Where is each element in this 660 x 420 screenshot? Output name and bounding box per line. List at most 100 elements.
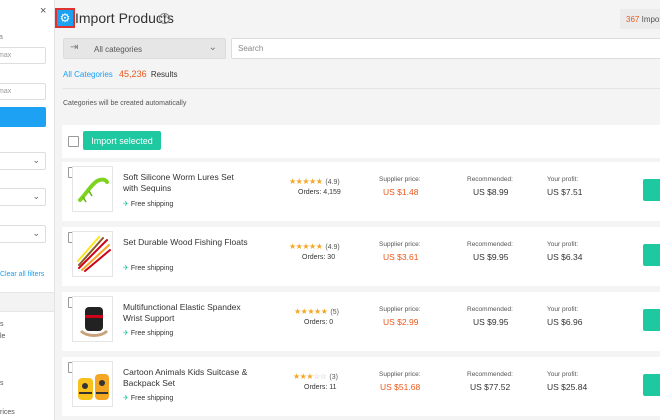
free-shipping: ✈ Free shipping [123, 264, 173, 272]
product-row: Cartoon Animals Kids Suitcase & Backpack… [62, 357, 660, 416]
free-shipping-label: Free shipping [130, 201, 174, 208]
category-select-value: All categories [94, 45, 143, 54]
folder-icon: ⇥ [70, 42, 79, 53]
import-list-badge[interactable]: 367 Import [620, 9, 660, 29]
plane-icon: ✈ [123, 265, 129, 272]
import-product-button[interactable] [643, 309, 660, 331]
import-product-button[interactable] [643, 374, 660, 396]
supplier-price-label: Supplier price: [379, 176, 421, 183]
bulk-toolbar: Import selected [62, 125, 660, 158]
supplier-price: US $1.48 [383, 187, 419, 197]
free-shipping: ✈ Free shipping [123, 200, 173, 208]
sidebar-select-2[interactable]: ⌄ [0, 188, 46, 206]
free-shipping-label: Free shipping [130, 265, 174, 272]
breadcrumb: All Categories 45,236 Results [63, 69, 178, 79]
plane-icon: ✈ [123, 201, 129, 208]
rating-stars: ★★★☆☆ (3) [293, 372, 338, 381]
sidebar-sort-item[interactable]: rices [0, 409, 15, 416]
product-row: Set Durable Wood Fishing Floats ✈ Free sh… [62, 227, 660, 286]
sidebar-select-3[interactable]: ⌄ [0, 225, 46, 243]
chevron-down-icon: ⌄ [32, 228, 40, 238]
supplier-price: US $51.68 [380, 382, 421, 392]
orders-max-input[interactable]: max [0, 83, 46, 100]
recommended-price-label: Recommended: [467, 371, 513, 378]
orders-count: Orders: 4,159 [298, 189, 341, 196]
gear-icon[interactable]: ⚙ [55, 8, 75, 28]
recommended-price-label: Recommended: [467, 306, 513, 313]
free-shipping: ✈ Free shipping [123, 394, 173, 402]
import-product-button[interactable] [643, 179, 660, 201]
orders-value: 30 [327, 254, 336, 261]
orders-value: 0 [329, 319, 334, 326]
product-image[interactable] [72, 361, 113, 407]
free-shipping: ✈ Free shipping [123, 329, 173, 337]
product-image[interactable] [72, 166, 113, 212]
product-row: Soft Silicone Worm Lures Set with Sequin… [62, 162, 660, 221]
orders-label: Orders: [302, 254, 326, 261]
supplier-price-label: Supplier price: [379, 371, 421, 378]
product-name[interactable]: Cartoon Animals Kids Suitcase & Backpack… [123, 367, 248, 389]
rating-stars: ★★★★★ (5) [294, 307, 339, 316]
product-name[interactable]: Multifunctional Elastic Spandex Wrist Su… [123, 302, 248, 324]
results-count: 45,236 [119, 69, 147, 79]
recommended-price: US $77.52 [470, 382, 511, 392]
profit-label: Your profit: [547, 306, 579, 313]
free-shipping-label: Free shipping [130, 330, 174, 337]
orders-label: Orders: [298, 189, 322, 196]
profit-label: Your profit: [547, 371, 579, 378]
product-image[interactable] [72, 296, 113, 342]
chevron-down-icon: ⌄ [208, 42, 217, 53]
plane-icon: ✈ [123, 395, 129, 402]
import-selected-button[interactable]: Import selected [83, 131, 161, 150]
recommended-price-label: Recommended: [467, 176, 513, 183]
clear-filters-link[interactable]: Clear all filters [0, 271, 44, 278]
rating-value: (4.9) [325, 244, 340, 251]
price-label: a [0, 34, 3, 41]
rating-stars: ★★★★★ (4.9) [289, 242, 340, 251]
rating-value: (3) [329, 374, 338, 381]
product-row: Multifunctional Elastic Spandex Wrist Su… [62, 292, 660, 351]
filter-sidebar: × a max max ⌄ ⌄ ⌄ Clear all filters s le… [0, 0, 55, 420]
product-image[interactable] [72, 231, 113, 277]
orders-label: Orders: [304, 384, 328, 391]
sidebar-sort-item[interactable]: s [0, 321, 4, 328]
orders-count: Orders: 30 [302, 254, 335, 261]
category-select[interactable]: ⇥ All categories ⌄ [63, 38, 226, 59]
sidebar-select-1[interactable]: ⌄ [0, 152, 46, 170]
rating-value: (4.9) [325, 179, 340, 186]
breadcrumb-all-categories[interactable]: All Categories [63, 70, 113, 79]
profit-value: US $6.34 [547, 252, 583, 262]
sidebar-sort-item[interactable]: le [0, 333, 5, 340]
rating-value: (5) [330, 309, 339, 316]
help-icon[interactable]: ? [159, 13, 170, 24]
sidebar-section-header [0, 292, 54, 312]
profit-value: US $25.84 [547, 382, 588, 392]
recommended-price: US $9.95 [473, 252, 509, 262]
orders-label: Orders: [304, 319, 328, 326]
search-input[interactable] [231, 38, 660, 59]
import-count: 367 [626, 15, 640, 24]
apply-filter-button[interactable] [0, 107, 46, 127]
select-all-checkbox[interactable] [68, 136, 79, 147]
product-name[interactable]: Soft Silicone Worm Lures Set with Sequin… [123, 172, 248, 194]
sidebar-sort-item[interactable]: s [0, 380, 4, 387]
orders-value: 4,159 [323, 189, 341, 196]
supplier-price: US $3.61 [383, 252, 419, 262]
close-sidebar-icon[interactable]: × [40, 5, 46, 17]
divider [63, 88, 660, 89]
import-product-button[interactable] [643, 244, 660, 266]
free-shipping-label: Free shipping [130, 395, 174, 402]
recommended-price: US $8.99 [473, 187, 509, 197]
profit-label: Your profit: [547, 241, 579, 248]
price-max-input[interactable]: max [0, 47, 46, 64]
profit-value: US $7.51 [547, 187, 583, 197]
results-label: Results [150, 70, 178, 79]
product-name[interactable]: Set Durable Wood Fishing Floats [123, 237, 248, 248]
profit-value: US $6.96 [547, 317, 583, 327]
recommended-price: US $9.95 [473, 317, 509, 327]
orders-count: Orders: 11 [304, 384, 337, 391]
orders-count: Orders: 0 [304, 319, 333, 326]
chevron-down-icon: ⌄ [32, 191, 40, 201]
plane-icon: ✈ [123, 330, 129, 337]
recommended-price-label: Recommended: [467, 241, 513, 248]
